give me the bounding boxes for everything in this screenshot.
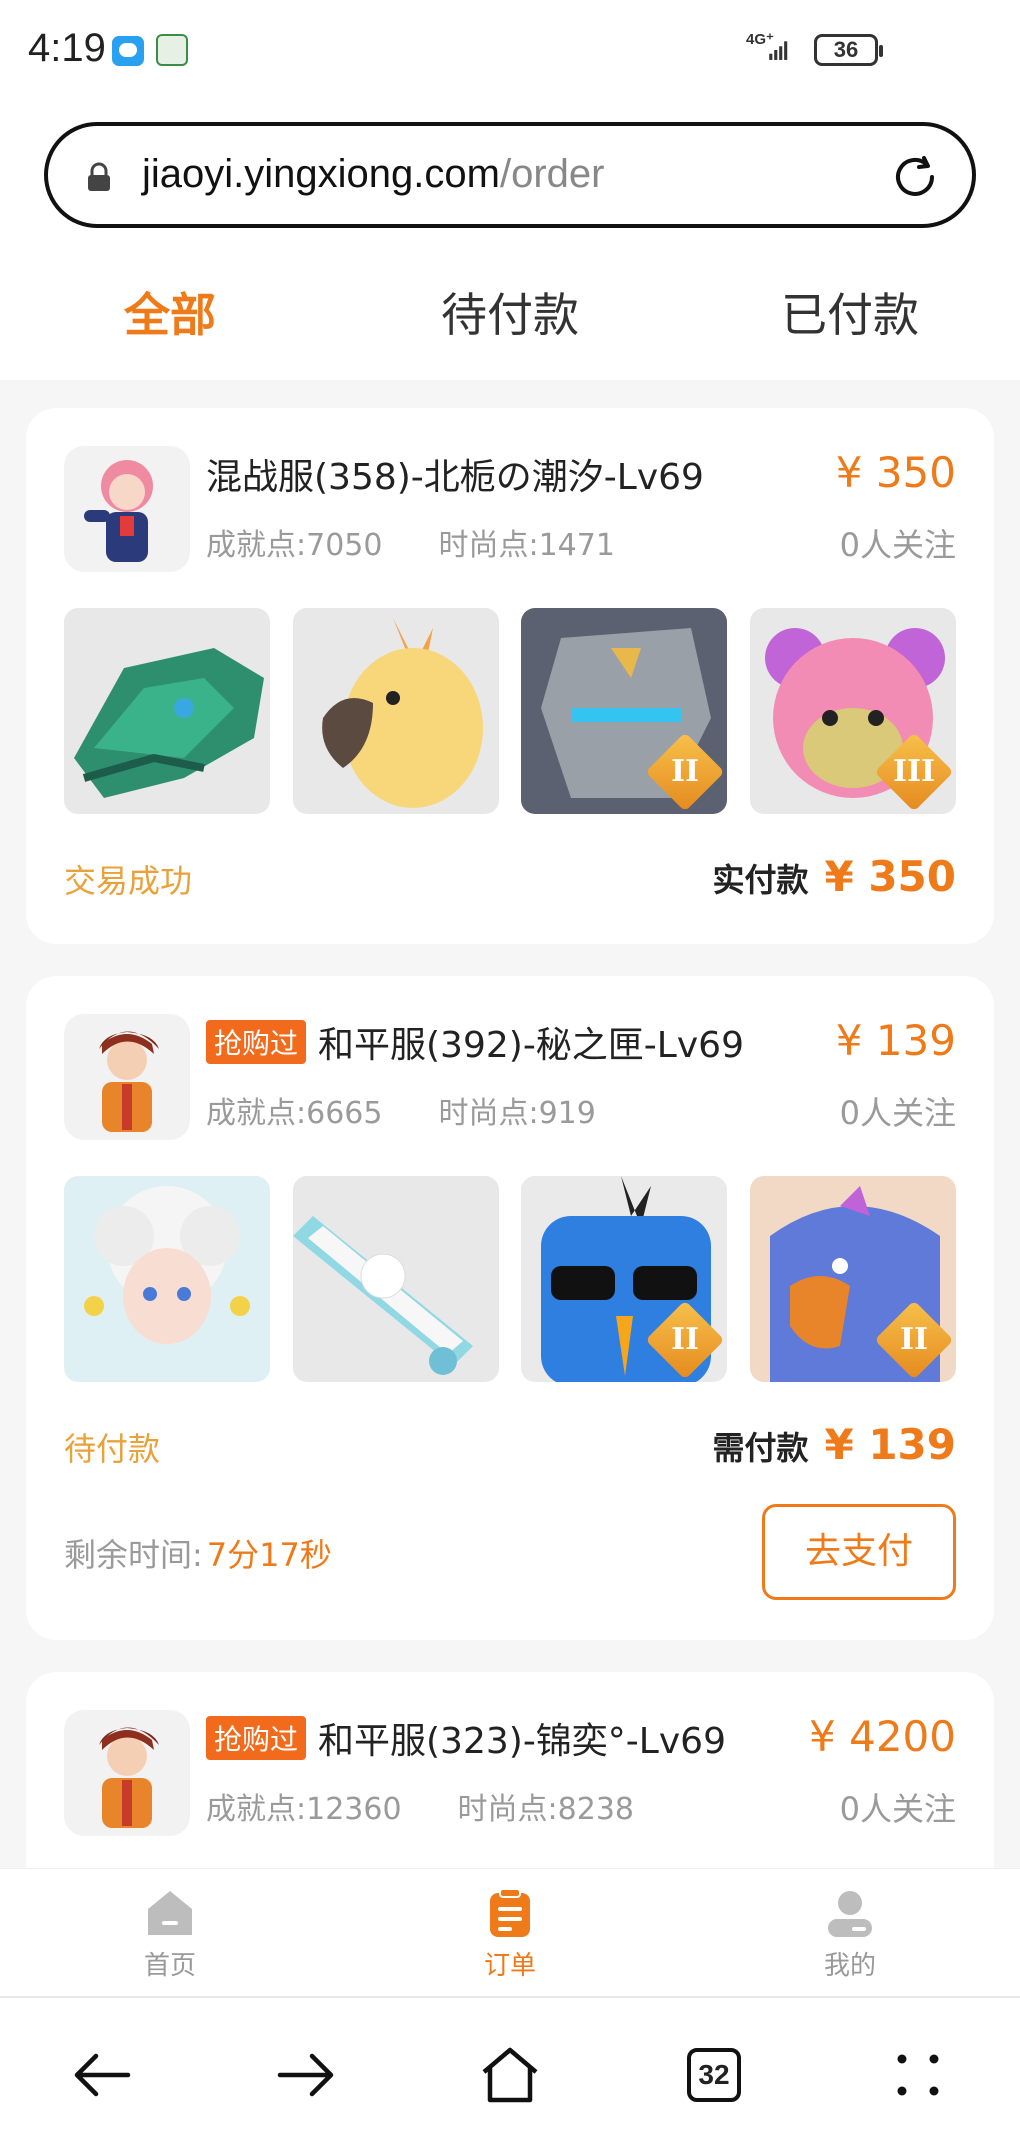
game-app-icon xyxy=(156,34,188,66)
remaining-time-value: 7分17秒 xyxy=(206,1536,332,1574)
url-text[interactable]: jiaoyi.yingxiong.com/order xyxy=(142,152,604,197)
address-bar-area: jiaoyi.yingxiong.com/order xyxy=(0,100,1020,250)
white-haired-doll-image xyxy=(64,1176,270,1382)
remaining-time: 剩余时间: 7分17秒 xyxy=(64,1530,332,1576)
nav-orders[interactable]: 订单 xyxy=(340,1869,680,1996)
home-button[interactable] xyxy=(408,1998,612,2151)
rank-badge-icon: II xyxy=(874,1300,954,1380)
order-title-row: 抢购过 和平服(323)-锦奕°-Lv69 xyxy=(206,1712,726,1764)
order-stats: 成就点:6665 时尚点:919 xyxy=(206,1088,596,1132)
item-images: II II xyxy=(64,1176,956,1382)
follow-count: 0人关注 xyxy=(839,1790,956,1828)
tab-paid[interactable]: 已付款 xyxy=(680,250,1020,380)
green-dragon-head-image xyxy=(64,608,270,814)
status-bar: 4:19 4G⁺ 36 xyxy=(0,0,1020,100)
flash-sale-badge: 抢购过 xyxy=(206,1020,307,1064)
order-title: 和平服(392)-秘之匣-Lv69 xyxy=(318,1025,744,1066)
character-avatar xyxy=(64,1710,190,1836)
pay-button[interactable]: 去支付 xyxy=(762,1504,956,1600)
order-card[interactable]: 混战服(358)-北栀の潮汐-Lv69 成就点:7050 时尚点:1471 ¥ 3… xyxy=(26,408,994,944)
fashion-points: 时尚点:919 xyxy=(438,1096,596,1131)
order-price: ¥ 4200 xyxy=(809,1712,956,1761)
character-avatar xyxy=(64,1014,190,1140)
order-price: ¥ 350 xyxy=(835,448,956,497)
blue-eagle-head-image: II xyxy=(749,1176,956,1382)
status-time: 4:19 xyxy=(28,26,106,70)
flash-sale-badge: 抢购过 xyxy=(206,1716,307,1760)
achievement-points: 成就点:7050 xyxy=(206,528,383,563)
paid-label: 实付款 xyxy=(712,861,809,899)
tab-pending-payment[interactable]: 待付款 xyxy=(340,250,680,380)
forward-button[interactable] xyxy=(204,1998,408,2151)
signal-icon xyxy=(769,41,788,60)
order-title: 和平服(323)-锦奕°-Lv69 xyxy=(318,1721,726,1762)
order-price: ¥ 139 xyxy=(835,1016,956,1065)
home-icon xyxy=(148,1891,192,1935)
follow-count: 0人关注 xyxy=(839,526,956,564)
browser-toolbar: 32 xyxy=(0,1996,1020,2151)
order-title-row: 抢购过 和平服(392)-秘之匣-Lv69 xyxy=(206,1016,744,1068)
order-stats: 成就点:12360 时尚点:8238 xyxy=(206,1784,634,1828)
menu-button[interactable] xyxy=(816,1998,1020,2151)
tab-count-icon: 32 xyxy=(687,2047,741,2102)
nav-home[interactable]: 首页 xyxy=(0,1869,340,1996)
forward-arrow-icon xyxy=(277,2053,334,2096)
browser-home-icon xyxy=(482,2047,538,2102)
profile-icon xyxy=(828,1891,872,1937)
stone-golem-head-image: II xyxy=(521,608,728,814)
app-bottom-nav: 首页 订单 我的 xyxy=(0,1868,1020,1996)
paid-summary: 实付款 ¥ 350 xyxy=(712,852,956,901)
tabs-button[interactable]: 32 xyxy=(612,1998,816,2151)
address-bar[interactable]: jiaoyi.yingxiong.com/order xyxy=(44,122,976,228)
order-title-row: 混战服(358)-北栀の潮汐-Lv69 xyxy=(206,448,704,500)
character-avatar xyxy=(64,446,190,572)
fashion-points: 时尚点:8238 xyxy=(457,1792,635,1827)
back-arrow-icon xyxy=(74,2053,131,2096)
order-card[interactable]: 抢购过 和平服(323)-锦奕°-Lv69 成就点:12360 时尚点:8238 … xyxy=(26,1672,994,1892)
message-app-icon xyxy=(112,36,144,66)
nav-home-label: 首页 xyxy=(143,1951,196,1981)
cockatoo-head-image xyxy=(292,608,499,814)
achievement-points: 成就点:12360 xyxy=(206,1792,402,1827)
order-status: 待付款 xyxy=(64,1430,161,1468)
payment-due-summary: 需付款 ¥ 139 xyxy=(712,1420,956,1469)
due-amount: ¥ 139 xyxy=(824,1420,956,1469)
order-icon xyxy=(490,1888,530,1937)
order-stats: 成就点:7050 时尚点:1471 xyxy=(206,520,615,564)
blue-bird-sunglasses-image: II xyxy=(521,1176,728,1382)
order-tabs: 全部 待付款 已付款 xyxy=(0,250,1020,380)
remaining-time-label: 剩余时间: xyxy=(64,1536,203,1574)
follow-count: 0人关注 xyxy=(839,1094,956,1132)
nav-profile-label: 我的 xyxy=(823,1951,876,1981)
nav-profile[interactable]: 我的 xyxy=(680,1869,1020,1996)
rank-badge-icon: III xyxy=(874,732,954,812)
due-label: 需付款 xyxy=(712,1429,809,1467)
order-status: 交易成功 xyxy=(64,862,193,900)
order-title: 混战服(358)-北栀の潮汐-Lv69 xyxy=(206,457,704,498)
fashion-points: 时尚点:1471 xyxy=(438,528,615,563)
back-button[interactable] xyxy=(0,1998,204,2151)
nav-orders-label: 订单 xyxy=(483,1951,536,1981)
tab-all[interactable]: 全部 xyxy=(0,250,340,380)
paid-amount: ¥ 350 xyxy=(824,852,956,901)
url-path: /order xyxy=(499,152,605,196)
pink-bear-head-image: III xyxy=(749,608,956,814)
item-images: II III xyxy=(64,608,956,814)
lock-icon xyxy=(88,162,110,191)
reload-icon[interactable] xyxy=(888,150,942,204)
url-domain: jiaoyi.yingxiong.com xyxy=(142,152,500,196)
achievement-points: 成就点:6665 xyxy=(206,1096,383,1131)
bear-skateboard-image xyxy=(292,1176,499,1382)
battery-icon: 36 xyxy=(814,34,883,66)
order-card[interactable]: 抢购过 和平服(392)-秘之匣-Lv69 成就点:6665 时尚点:919 ¥ … xyxy=(26,976,994,1640)
more-dots-icon xyxy=(897,2054,939,2095)
